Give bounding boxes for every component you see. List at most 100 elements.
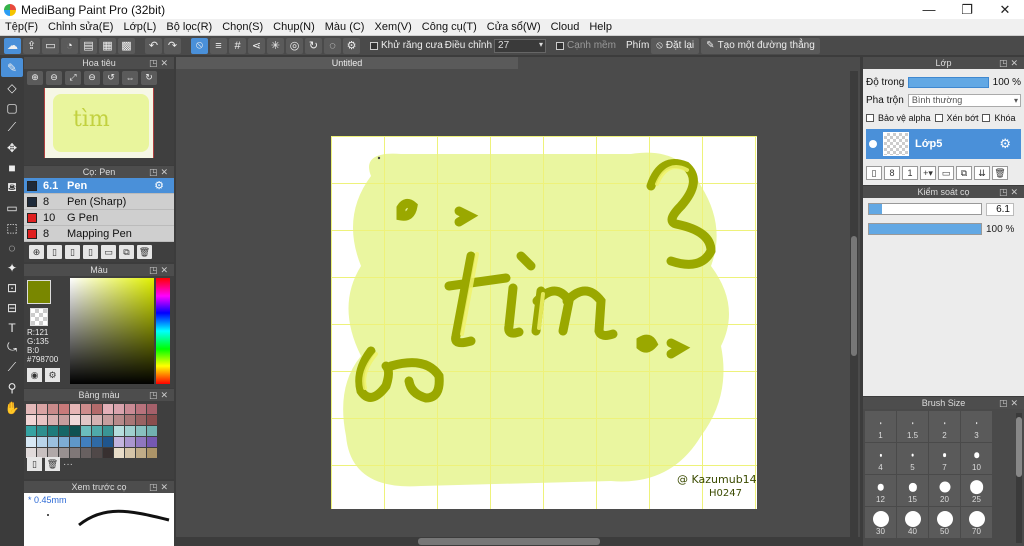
palette-swatch[interactable] xyxy=(81,415,91,425)
palette-swatch[interactable] xyxy=(136,448,146,458)
palette-swatch[interactable] xyxy=(37,415,47,425)
panel-controls[interactable]: ◳✕ xyxy=(149,481,171,493)
add-layer-menu-icon[interactable]: +▾ xyxy=(920,166,936,180)
menu-filter[interactable]: Bộ lọc(R) xyxy=(161,21,217,33)
snap-ellipse-icon[interactable]: ◌ xyxy=(324,37,341,54)
horizontal-scroll-thumb[interactable] xyxy=(418,538,600,545)
palette-swatch[interactable] xyxy=(81,404,91,414)
palette-swatch[interactable] xyxy=(103,415,113,425)
blend-mode-select[interactable]: Bình thường xyxy=(907,93,1021,107)
brush-item[interactable]: 10 G Pen xyxy=(24,210,174,226)
reset-button[interactable]: ⦸ Đặt lại xyxy=(651,37,700,54)
panel-controls[interactable]: ◳✕ xyxy=(999,397,1021,409)
copy-brush-icon[interactable]: ▯ xyxy=(65,245,80,259)
new-layer-icon[interactable]: ▯ xyxy=(866,166,882,180)
palette-swatch[interactable] xyxy=(26,415,36,425)
palette-swatch[interactable] xyxy=(103,437,113,447)
share-icon[interactable]: ⇪ xyxy=(23,37,40,54)
palette-swatch[interactable] xyxy=(125,404,135,414)
brush-settings-icon[interactable]: ⚙ xyxy=(154,179,164,192)
palette-swatch[interactable] xyxy=(147,415,157,425)
palette-swatch[interactable] xyxy=(37,437,47,447)
brush-opacity-slider[interactable] xyxy=(868,223,982,235)
palette-swatch[interactable] xyxy=(70,415,80,425)
snap-parallel-icon[interactable]: ≡ xyxy=(210,37,227,54)
hand-tool-icon[interactable]: ✋ xyxy=(1,398,23,417)
brush-size-cell[interactable]: 3 xyxy=(961,411,992,442)
main-color-swatch[interactable] xyxy=(27,280,51,304)
add-brush-icon[interactable]: ⊕ xyxy=(29,245,44,259)
brush-size-cell[interactable]: 1.5 xyxy=(897,411,928,442)
menu-color[interactable]: Màu (C) xyxy=(320,21,370,33)
snap-settings-icon[interactable]: ⚙ xyxy=(343,37,360,54)
palette-swatch[interactable] xyxy=(125,437,135,447)
fit-icon[interactable]: ⤢ xyxy=(65,70,81,85)
palette-swatch[interactable] xyxy=(114,437,124,447)
speech-icon[interactable]: ◔ xyxy=(61,37,78,54)
brush-item[interactable]: 8 Pen (Sharp) xyxy=(24,194,174,210)
vertical-scrollbar[interactable] xyxy=(850,71,858,541)
rectangle-tool-icon[interactable]: ▢ xyxy=(1,98,23,117)
brush-size-cell[interactable]: 5 xyxy=(897,443,928,474)
palette-swatch[interactable] xyxy=(70,426,80,436)
menu-edit[interactable]: Chỉnh sửa(E) xyxy=(43,21,118,33)
palette-swatch[interactable] xyxy=(147,437,157,447)
lock-checkbox[interactable] xyxy=(982,114,991,122)
antialias-checkbox[interactable]: Khử răng cưa xyxy=(370,40,443,51)
menu-help[interactable]: Help xyxy=(584,21,617,33)
saturation-value-picker[interactable] xyxy=(70,278,154,384)
adjust-input[interactable]: 27 xyxy=(494,38,547,53)
brush-size-cell[interactable]: 2 xyxy=(929,411,960,442)
add-palette-icon[interactable]: ▯ xyxy=(27,457,42,471)
brush-size-cell[interactable]: 1 xyxy=(865,411,896,442)
palette-swatch[interactable] xyxy=(114,426,124,436)
magic-wand-tool-icon[interactable]: ✦ xyxy=(1,258,23,277)
snap-perspective-icon[interactable]: ⋖ xyxy=(248,37,265,54)
menu-tools[interactable]: Công cụ(T) xyxy=(417,21,482,33)
panel-controls[interactable]: ◳✕ xyxy=(149,57,171,69)
menu-window[interactable]: Cửa sổ(W) xyxy=(482,21,546,33)
snap-curve-icon[interactable]: ↻ xyxy=(305,37,322,54)
palette-swatch[interactable] xyxy=(125,426,135,436)
rotate-right-icon[interactable]: ↻ xyxy=(141,70,157,85)
layer-opacity-slider[interactable] xyxy=(908,76,989,88)
palette-swatch[interactable] xyxy=(147,448,157,458)
palette-more[interactable]: ··· xyxy=(63,459,73,470)
duplicate-layer-icon[interactable]: ⧉ xyxy=(956,166,972,180)
palette-swatch[interactable] xyxy=(92,437,102,447)
vertical-scroll-thumb[interactable] xyxy=(851,236,857,356)
palette-swatch[interactable] xyxy=(48,437,58,447)
merge-layer-icon[interactable]: ⇊ xyxy=(974,166,990,180)
create-line-button[interactable]: ✎ Tạo một đường thẳng xyxy=(701,37,820,54)
palette-swatch[interactable] xyxy=(26,437,36,447)
brush-size-cell[interactable]: 12 xyxy=(865,475,896,506)
undo-icon[interactable]: ↶ xyxy=(145,37,162,54)
palette-swatch[interactable] xyxy=(48,404,58,414)
palette-swatch[interactable] xyxy=(81,437,91,447)
actual-size-icon[interactable]: ⊖ xyxy=(84,70,100,85)
select-eraser-tool-icon[interactable]: ⊟ xyxy=(1,298,23,317)
palette-swatch[interactable] xyxy=(136,404,146,414)
palette-swatch[interactable] xyxy=(136,415,146,425)
duplicate-icon[interactable]: ⧉ xyxy=(119,245,134,259)
palette-swatch[interactable] xyxy=(103,448,113,458)
visibility-icon[interactable] xyxy=(869,140,877,148)
folder-icon[interactable]: ▭ xyxy=(101,245,116,259)
palette-swatch[interactable] xyxy=(37,404,47,414)
palette-swatch[interactable] xyxy=(59,415,69,425)
color-settings-icon[interactable]: ⚙ xyxy=(45,368,60,382)
cloud-icon[interactable]: ☁ xyxy=(4,37,21,54)
gradient-tool-icon[interactable]: ▭ xyxy=(1,198,23,217)
eraser-tool-icon[interactable]: ◇ xyxy=(1,78,23,97)
brush-size-cell[interactable]: 50 xyxy=(929,507,960,538)
menu-view[interactable]: Xem(V) xyxy=(369,21,416,33)
smooth-checkbox[interactable]: Cạnh mềm xyxy=(556,40,616,51)
palette-swatch[interactable] xyxy=(81,426,91,436)
palette-swatch[interactable] xyxy=(81,448,91,458)
fill-rect-tool-icon[interactable]: ■ xyxy=(1,158,23,177)
protect-alpha-checkbox[interactable] xyxy=(866,114,874,122)
divide-tool-icon[interactable]: ⟋ xyxy=(1,358,23,377)
layer-trash-icon[interactable]: 🗑 xyxy=(992,166,1008,180)
palette-swatch[interactable] xyxy=(103,426,113,436)
palette-swatch[interactable] xyxy=(59,426,69,436)
